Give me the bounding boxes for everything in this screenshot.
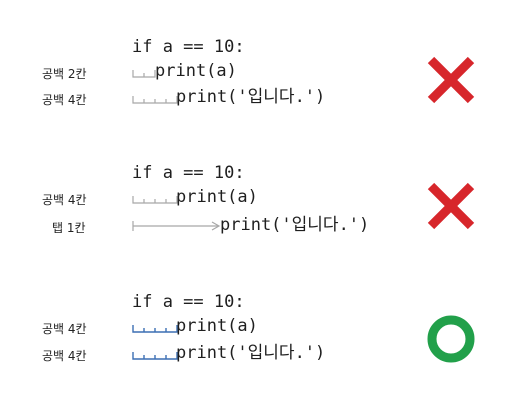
code-line: print(a) (155, 61, 237, 81)
example-2-space-and-tab: if a == 10: 공백 4칸 print(a) 탭 1칸 print('입… (0, 136, 526, 246)
indent-label: 공백 4칸 (42, 193, 87, 207)
if-statement-line: if a == 10: (132, 37, 245, 57)
space-4-marker (132, 352, 178, 360)
indent-label: 공백 2칸 (42, 67, 87, 81)
indent-label: 공백 4칸 (42, 322, 87, 336)
space-4-marker (132, 196, 178, 204)
cross-icon (427, 182, 475, 230)
code-line: print(a) (176, 187, 258, 207)
indent-label: 공백 4칸 (42, 93, 87, 107)
space-4-marker (132, 325, 178, 333)
indent-label: 탭 1칸 (52, 221, 86, 235)
tab-arrow-icon (132, 221, 221, 231)
code-line: print('입니다.') (220, 215, 370, 235)
if-statement-line: if a == 10: (132, 163, 245, 183)
cross-icon (427, 56, 475, 104)
space-4-marker (132, 96, 178, 104)
example-3-consistent-spaces: if a == 10: 공백 4칸 print(a) 공백 4칸 print('… (0, 266, 526, 376)
if-statement-line: if a == 10: (132, 292, 245, 312)
example-1-mixed-spaces: if a == 10: 공백 2칸 print(a) 공백 4칸 print('… (0, 0, 526, 110)
indent-label: 공백 4칸 (42, 349, 87, 363)
code-line: print(a) (176, 316, 258, 336)
code-line: print('입니다.') (176, 87, 326, 107)
circle-check-icon (427, 315, 475, 363)
code-line: print('입니다.') (176, 343, 326, 363)
